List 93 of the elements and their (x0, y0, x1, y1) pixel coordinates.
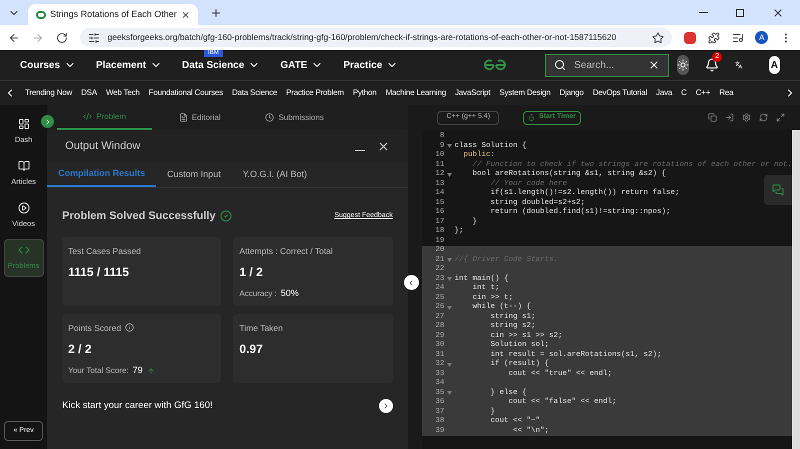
fold-caret-icon[interactable] (446, 258, 452, 262)
settings-icon[interactable] (742, 113, 751, 122)
site-logo-icon (36, 10, 46, 18)
stat-note-value: 50% (280, 287, 299, 300)
search-field[interactable]: Search... (545, 54, 669, 76)
clear-icon[interactable] (648, 59, 660, 71)
topic-link[interactable]: Machine Learning (386, 87, 446, 99)
output-tab[interactable]: Y.O.G.I. (AI Bot) (232, 162, 318, 187)
media-icon[interactable] (732, 32, 744, 44)
nav-menu[interactable]: Practice (343, 58, 398, 72)
fold-caret-icon[interactable] (446, 391, 452, 396)
nav-menu[interactable]: Courses (20, 58, 76, 72)
status-text: Problem Solved Successfully (62, 209, 216, 224)
stat-note-value: 79 (132, 364, 143, 378)
stat-label: Points Scored (68, 322, 122, 334)
expand-button[interactable] (41, 115, 54, 128)
stat-value: 1 / 2 (239, 264, 264, 282)
reset-icon[interactable] (759, 113, 768, 122)
search-input[interactable]: Search... (574, 58, 640, 72)
topic-link[interactable]: Django (560, 87, 584, 99)
fold-caret-icon[interactable] (446, 306, 452, 310)
tab-title: Strings Rotations of Each Other (50, 8, 177, 21)
nav-menu[interactable]: Placement (96, 58, 162, 72)
problem-tab[interactable]: Editorial (152, 105, 248, 130)
next-button[interactable] (378, 398, 393, 413)
topic-link[interactable]: Practice Problem (286, 87, 344, 99)
sun-icon (676, 59, 689, 71)
fold-caret-icon[interactable] (446, 172, 452, 177)
nav-menu[interactable]: Data Science (182, 58, 260, 72)
scrollbar[interactable] (792, 130, 800, 449)
fold-caret-icon[interactable] (446, 144, 452, 148)
dash-icon (18, 118, 30, 130)
close-window-icon[interactable] (772, 7, 784, 19)
bookmark-icon[interactable] (652, 32, 664, 44)
profile-avatar[interactable]: A (755, 31, 768, 44)
videos-icon (18, 202, 30, 214)
problems-icon (18, 244, 30, 256)
chat-icon (772, 184, 784, 196)
fullscreen-icon[interactable] (776, 113, 785, 122)
stat-note: Accuracy : (239, 288, 277, 300)
close-icon[interactable] (376, 140, 390, 152)
topic-link[interactable]: C (681, 87, 687, 99)
topic-link[interactable]: Web Tech (106, 87, 140, 99)
browser-tab[interactable]: Strings Rotations of Each Other (28, 4, 198, 25)
stat-label: Test Cases Passed (68, 244, 141, 258)
copy-icon[interactable] (708, 113, 717, 122)
stat-value: 2 / 2 (68, 341, 93, 358)
stat-value: 1115 / 1115 (68, 264, 130, 282)
site-info-icon[interactable] (88, 32, 100, 44)
topic-link[interactable]: DevOps Tutorial (592, 87, 648, 99)
topic-link[interactable]: Trending Now (25, 87, 72, 99)
info-icon[interactable] (125, 323, 134, 332)
search-icon (554, 59, 566, 71)
theme-toggle[interactable] (676, 55, 690, 75)
fold-caret-icon[interactable] (446, 362, 452, 367)
topic-link[interactable]: Java (656, 87, 672, 99)
timer-icon (528, 114, 536, 121)
extension-icon[interactable] (684, 32, 696, 44)
extensions-icon[interactable] (708, 32, 720, 44)
new-tab-icon[interactable] (210, 7, 222, 19)
fold-caret-icon[interactable] (446, 277, 452, 282)
topic-link[interactable]: DSA (81, 87, 97, 99)
user-avatar[interactable]: A (768, 56, 780, 74)
promo-text: Kick start your career with GfG 160! (62, 398, 214, 412)
address-bar[interactable]: geeksforgeeks.org/batch/gfg-160-problems/track/string-gfg-160/problem/check-if-strings-are-rotations-of-each-other-or-not-1587115620 (80, 28, 672, 47)
window-title: Output Window (65, 138, 142, 154)
chat-button[interactable] (764, 175, 792, 205)
back-icon[interactable] (8, 32, 20, 44)
articles-icon (18, 160, 30, 172)
url-text: geeksforgeeks.org/batch/gfg-160-problems/track/string-gfg-160/problem/check-if-strings-are-rotations-of-each-other-or-not-1587115620 (108, 31, 618, 44)
restore-icon[interactable] (736, 9, 744, 17)
topic-link[interactable]: Python (352, 87, 377, 99)
stat-value: 0.97 (239, 341, 264, 358)
topic-link[interactable]: Foundational Courses (148, 87, 223, 99)
stat-label: Time Taken (239, 322, 283, 334)
problem-icon (83, 112, 92, 121)
editorial-icon (178, 113, 188, 122)
topic-link[interactable]: System Design (499, 87, 551, 99)
output-tab[interactable]: Custom Input (156, 162, 232, 187)
topic-link[interactable]: Rea (719, 87, 734, 99)
reload-icon[interactable] (56, 32, 68, 44)
import-icon[interactable] (725, 113, 734, 122)
topic-link[interactable]: Data Science (232, 87, 278, 99)
topic-link[interactable]: JavaScript (454, 87, 490, 99)
stat-label: Attempts : Correct / Total (239, 244, 333, 258)
topic-link[interactable]: C++ (696, 87, 710, 99)
code-editor[interactable] (422, 130, 792, 449)
submissions-icon (265, 113, 274, 122)
nav-menu[interactable]: GATE (280, 58, 324, 72)
stat-note: Your Total Score: (68, 365, 129, 377)
problem-tab[interactable]: Submissions (247, 105, 342, 130)
check-icon (220, 210, 232, 222)
notifications-icon[interactable] (705, 58, 720, 72)
